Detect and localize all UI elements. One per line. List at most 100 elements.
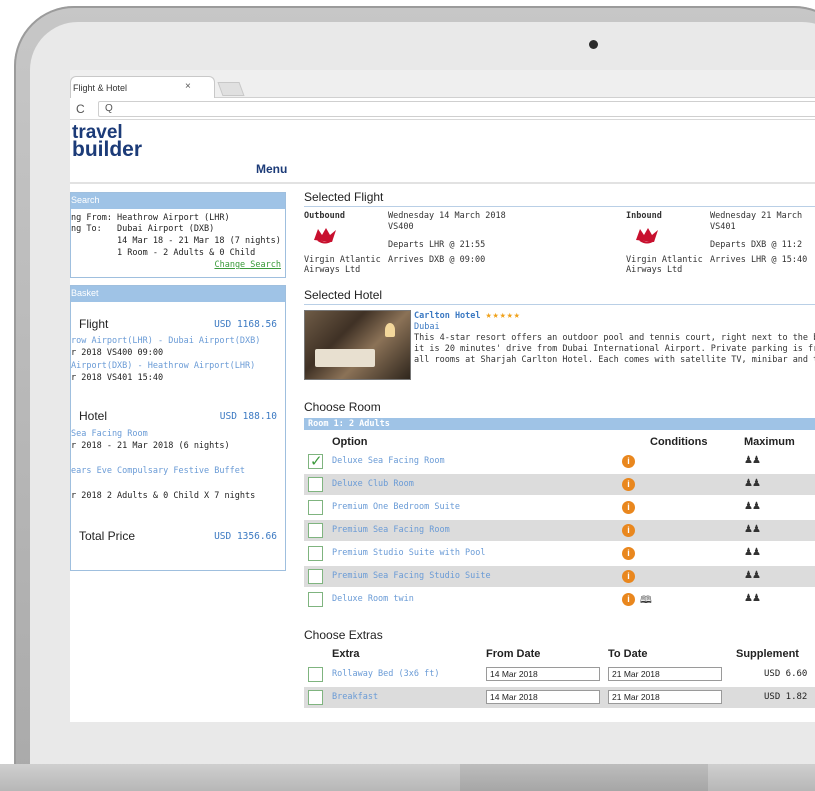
selected-flight-divider bbox=[304, 206, 815, 207]
logo-line-2: builder bbox=[72, 138, 143, 161]
basket-total-price: USD 1356.66 bbox=[214, 531, 277, 542]
outbound-label: Outbound bbox=[304, 211, 345, 221]
room-option-name[interactable]: Premium Studio Suite with Pool bbox=[332, 548, 486, 558]
info-icon[interactable]: i bbox=[622, 455, 635, 468]
room-option-row[interactable]: Premium Sea Facing Room i ♟♟ bbox=[304, 520, 815, 541]
col-maximum: Maximum bbox=[744, 436, 795, 448]
room-option-row[interactable]: Premium Sea Facing Studio Suite i ♟♟ bbox=[304, 566, 815, 587]
room-option-name[interactable]: Premium Sea Facing Room bbox=[332, 525, 450, 535]
inbound-airline-1: Virgin Atlantic bbox=[626, 255, 703, 265]
inbound-flight-no: VS401 bbox=[710, 222, 736, 232]
travel-builder-logo[interactable]: travel builder bbox=[72, 123, 143, 161]
room-option-name[interactable]: Deluxe Club Room bbox=[332, 479, 414, 489]
basket-outbound-detail: r 2018 VS400 09:00 bbox=[71, 348, 164, 358]
occupancy-people-icon: ♟♟ bbox=[744, 547, 761, 558]
laptop-hinge-notch bbox=[460, 764, 708, 791]
extra-supplement: USD 6.60 bbox=[764, 669, 808, 679]
search-rooms: 1 Room - 2 Adults & 0 Child bbox=[71, 248, 256, 258]
selected-flight-title: Selected Flight bbox=[304, 190, 384, 204]
room-checkbox[interactable]: ✓ bbox=[308, 452, 323, 470]
basket-panel: Basket Flight USD 1168.56 row Airport(LH… bbox=[70, 285, 286, 571]
menu-link[interactable]: Menu bbox=[256, 162, 287, 176]
tab-title: Flight & Hotel bbox=[73, 83, 128, 93]
choose-room-title: Choose Room bbox=[304, 400, 381, 414]
room-checkbox[interactable] bbox=[308, 546, 323, 561]
from-date-input[interactable]: 14 Mar 2018 bbox=[486, 667, 600, 681]
selected-hotel-divider bbox=[304, 304, 815, 305]
laptop-mockup: Flight & Hotel × C Q travel builder Menu… bbox=[0, 0, 815, 791]
nav-divider bbox=[70, 182, 815, 184]
info-icon[interactable]: i bbox=[622, 547, 635, 560]
tab-strip: Flight & Hotel × bbox=[70, 70, 815, 98]
occupancy-people-icon: ♟♟ bbox=[744, 455, 761, 466]
hotel-name-link[interactable]: Carlton Hotel bbox=[414, 311, 481, 321]
occupancy-people-icon: ♟♟ bbox=[744, 524, 761, 535]
col-from-date: From Date bbox=[486, 648, 541, 660]
col-to-date: To Date bbox=[608, 648, 648, 660]
info-icon[interactable]: i bbox=[622, 501, 635, 514]
col-extra: Extra bbox=[332, 648, 360, 660]
inbound-label: Inbound bbox=[626, 211, 662, 221]
to-date-input[interactable]: 21 Mar 2018 bbox=[608, 690, 722, 704]
hotel-name-row: Carlton Hotel ★★★★★ bbox=[414, 310, 521, 321]
hotel-desc-2: it is 20 minutes' drive from Dubai Inter… bbox=[414, 344, 815, 354]
room-checkbox[interactable] bbox=[308, 523, 323, 538]
hotel-photo[interactable] bbox=[304, 310, 411, 380]
room-checkbox[interactable] bbox=[308, 569, 323, 584]
search-dates: 14 Mar 18 - 21 Mar 18 (7 nights) bbox=[71, 236, 281, 246]
basket-flight-price: USD 1168.56 bbox=[214, 319, 277, 330]
change-search-link[interactable]: Change Search bbox=[214, 260, 281, 270]
room-option-name[interactable]: Premium Sea Facing Studio Suite bbox=[332, 571, 491, 581]
search-panel-header: Search bbox=[71, 193, 285, 209]
room-option-name[interactable]: Deluxe Sea Facing Room bbox=[332, 456, 445, 466]
basket-extra-link[interactable]: ears Eve Compulsary Festive Buffet bbox=[71, 466, 245, 476]
webcam bbox=[589, 40, 598, 49]
book-icon[interactable]: 🕮 bbox=[640, 593, 652, 610]
room-option-row[interactable]: Deluxe Club Room i ♟♟ bbox=[304, 474, 815, 495]
inbound-airline-2: Airways Ltd bbox=[626, 265, 683, 275]
room-option-row[interactable]: ✓ Deluxe Sea Facing Room i ♟♟ bbox=[304, 451, 815, 472]
hotel-photo-lamp bbox=[385, 323, 395, 337]
url-input[interactable]: Q bbox=[98, 101, 815, 117]
basket-room-link[interactable]: Sea Facing Room bbox=[71, 429, 148, 439]
tab-close-icon[interactable]: × bbox=[185, 81, 191, 92]
inbound-departs: Departs DXB @ 11:2 bbox=[710, 240, 803, 250]
room-option-row[interactable]: Deluxe Room twin i 🕮 ♟♟ bbox=[304, 589, 815, 610]
extra-checkbox[interactable] bbox=[308, 690, 323, 705]
room-checkbox[interactable] bbox=[308, 477, 323, 492]
outbound-arrives: Arrives DXB @ 09:00 bbox=[388, 255, 486, 265]
tab-flight-hotel[interactable]: Flight & Hotel × bbox=[70, 76, 215, 98]
search-from: ng From: Heathrow Airport (LHR) bbox=[71, 213, 230, 223]
search-panel: Search ng From: Heathrow Airport (LHR) n… bbox=[70, 192, 286, 278]
basket-return-link[interactable]: Airport(DXB) - Heathrow Airport(LHR) bbox=[71, 361, 255, 371]
room-option-name[interactable]: Premium One Bedroom Suite bbox=[332, 502, 460, 512]
room-option-row[interactable]: Premium One Bedroom Suite i ♟♟ bbox=[304, 497, 815, 518]
basket-room-dates: r 2018 - 21 Mar 2018 (6 nights) bbox=[71, 441, 230, 451]
reload-icon[interactable]: C bbox=[76, 102, 85, 116]
extra-name[interactable]: Breakfast bbox=[332, 692, 378, 702]
info-icon[interactable]: i bbox=[622, 570, 635, 583]
address-bar: C Q bbox=[70, 98, 815, 120]
extra-row[interactable]: Rollaway Bed (3x6 ft) 14 Mar 2018 21 Mar 2… bbox=[304, 664, 815, 685]
hotel-photo-bed bbox=[315, 349, 375, 367]
basket-outbound-link[interactable]: row Airport(LHR) - Dubai Airport(DXB) bbox=[71, 336, 260, 346]
outbound-flight-no: VS400 bbox=[388, 222, 414, 232]
extra-row[interactable]: Breakfast 14 Mar 2018 21 Mar 2018 USD 1.82 bbox=[304, 687, 815, 708]
info-icon[interactable]: i bbox=[622, 593, 635, 606]
basket-panel-header: Basket bbox=[71, 286, 285, 302]
extra-checkbox[interactable] bbox=[308, 667, 323, 682]
basket-return-detail: r 2018 VS401 15:40 bbox=[71, 373, 164, 383]
new-tab-button[interactable] bbox=[217, 82, 245, 96]
room-option-row[interactable]: Premium Studio Suite with Pool i ♟♟ bbox=[304, 543, 815, 564]
to-date-input[interactable]: 21 Mar 2018 bbox=[608, 667, 722, 681]
inbound-arrives: Arrives LHR @ 15:40 bbox=[710, 255, 808, 265]
basket-total-label: Total Price bbox=[79, 529, 136, 543]
occupancy-people-icon: ♟♟ bbox=[744, 570, 761, 581]
info-icon[interactable]: i bbox=[622, 478, 635, 491]
room-checkbox[interactable] bbox=[308, 592, 323, 607]
room-option-name[interactable]: Deluxe Room twin bbox=[332, 594, 414, 604]
room-checkbox[interactable] bbox=[308, 500, 323, 515]
from-date-input[interactable]: 14 Mar 2018 bbox=[486, 690, 600, 704]
info-icon[interactable]: i bbox=[622, 524, 635, 537]
extra-name[interactable]: Rollaway Bed (3x6 ft) bbox=[332, 669, 439, 679]
